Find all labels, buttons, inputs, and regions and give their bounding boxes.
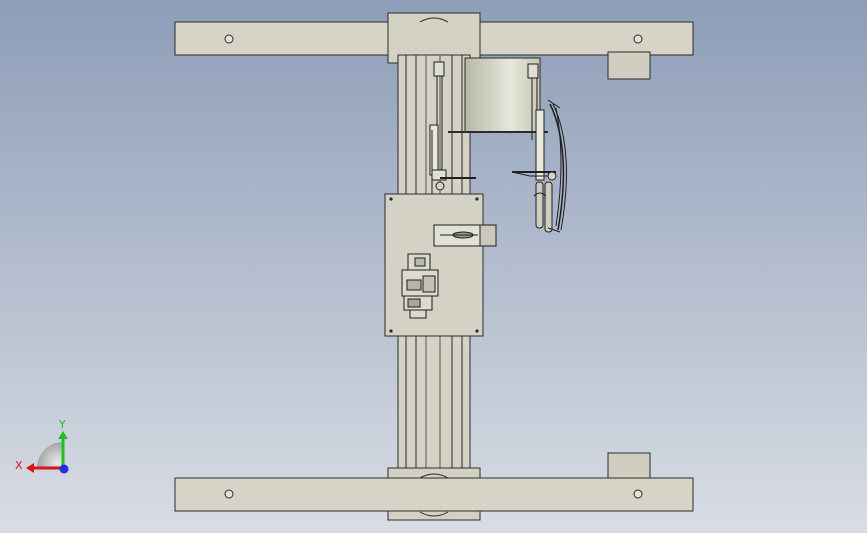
bottom-base-beam[interactable] [174,477,694,512]
triad-y-label: Y [58,418,66,431]
carriage-hole-top-right [475,197,479,201]
top-right-stop-block[interactable] [607,51,651,80]
carriage-hole-top-left [389,197,393,201]
carriage-hole-bottom-left [389,329,393,333]
carriage-plate[interactable] [384,193,484,337]
bottom-beam-hole-left [224,489,234,499]
bottom-beam-hole-right [633,489,643,499]
cad-model-view[interactable]: Y X [0,0,867,533]
triad-z-axis [59,464,69,474]
top-beam-hole-right [633,34,643,44]
rotary-cylinder[interactable] [433,224,497,247]
top-beam-hole-left [224,34,234,44]
carriage-hole-bottom-right [475,329,479,333]
triad-x-label: X [15,459,23,472]
cad-graphics-viewport[interactable]: Y X [0,0,867,533]
bottom-right-stop-block[interactable] [607,452,651,481]
